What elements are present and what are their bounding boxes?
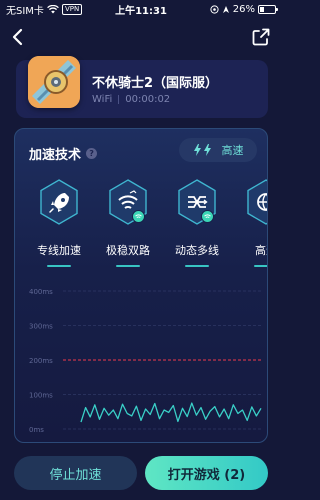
y-tick-label: 100ms bbox=[29, 392, 53, 400]
tech-label: 动态多线 bbox=[175, 244, 219, 257]
meta-divider bbox=[118, 95, 120, 104]
elapsed-time: 00:00:02 bbox=[125, 94, 171, 105]
accel-title-text: 加速技术 bbox=[29, 148, 82, 163]
speed-badge: 高速 bbox=[179, 138, 257, 162]
battery-icon bbox=[258, 4, 278, 14]
latency-chart: 400ms 300ms 200ms 100ms 0ms bbox=[29, 288, 262, 434]
y-tick-label: 200ms bbox=[29, 357, 53, 365]
y-tick-label: 0ms bbox=[29, 426, 44, 434]
tech-item-dynamic-multiline[interactable]: 动态多线 bbox=[167, 179, 227, 269]
y-tick-label: 400ms bbox=[29, 288, 53, 296]
top-nav bbox=[0, 24, 282, 52]
y-tick-label: 300ms bbox=[29, 323, 53, 331]
wifi-badge-icon bbox=[132, 210, 145, 223]
compass-icon bbox=[222, 5, 229, 13]
tech-label: 专线加速 bbox=[37, 244, 81, 257]
tech-item-dual-stable[interactable]: 极稳双路 bbox=[98, 179, 158, 269]
wifi-icon bbox=[47, 4, 59, 13]
battery-percent: 26% bbox=[232, 3, 255, 15]
share-icon[interactable] bbox=[250, 26, 272, 48]
open-game-button[interactable]: 打开游戏 (2) bbox=[145, 456, 268, 490]
game-title: 不休骑士2（国际服） bbox=[92, 76, 219, 91]
speed-label: 高速 bbox=[221, 144, 244, 157]
game-icon bbox=[28, 56, 80, 108]
tech-underline bbox=[47, 265, 71, 267]
tech-underline bbox=[116, 265, 140, 267]
question-icon[interactable]: ? bbox=[86, 148, 98, 159]
tech-item-high-speed[interactable]: 高速 bbox=[236, 179, 267, 269]
tech-item-dedicated-line[interactable]: 专线加速 bbox=[29, 179, 89, 269]
tech-label: 极稳双路 bbox=[106, 244, 150, 257]
network-type: WiFi bbox=[92, 94, 113, 105]
status-bar: 无SIM卡 VPN 上午11:31 26% bbox=[0, 0, 282, 18]
accel-title: 加速技术 ? bbox=[29, 144, 98, 163]
carrier-label: 无SIM卡 bbox=[6, 5, 44, 17]
accel-panel: 加速技术 ? 高速 专线加速 极稳双路 动态多线 高 400ms 300ms 2… bbox=[14, 128, 268, 443]
latency-series-line bbox=[80, 402, 262, 423]
game-card: 不休骑士2（国际服） WiFi 00:00:02 bbox=[16, 56, 268, 118]
tech-underline bbox=[185, 265, 209, 267]
stop-accel-button[interactable]: 停止加速 bbox=[14, 456, 137, 490]
tech-underline bbox=[254, 265, 267, 267]
game-meta: WiFi 00:00:02 bbox=[92, 94, 170, 105]
location-icon bbox=[210, 4, 219, 14]
tech-label: 高速 bbox=[255, 244, 267, 257]
lightning-icon bbox=[193, 144, 211, 156]
tech-list: 专线加速 极稳双路 动态多线 高 bbox=[15, 179, 267, 269]
vpn-badge: VPN bbox=[61, 3, 83, 15]
wifi-badge-icon bbox=[201, 210, 214, 223]
chevron-left-icon[interactable] bbox=[8, 26, 30, 48]
